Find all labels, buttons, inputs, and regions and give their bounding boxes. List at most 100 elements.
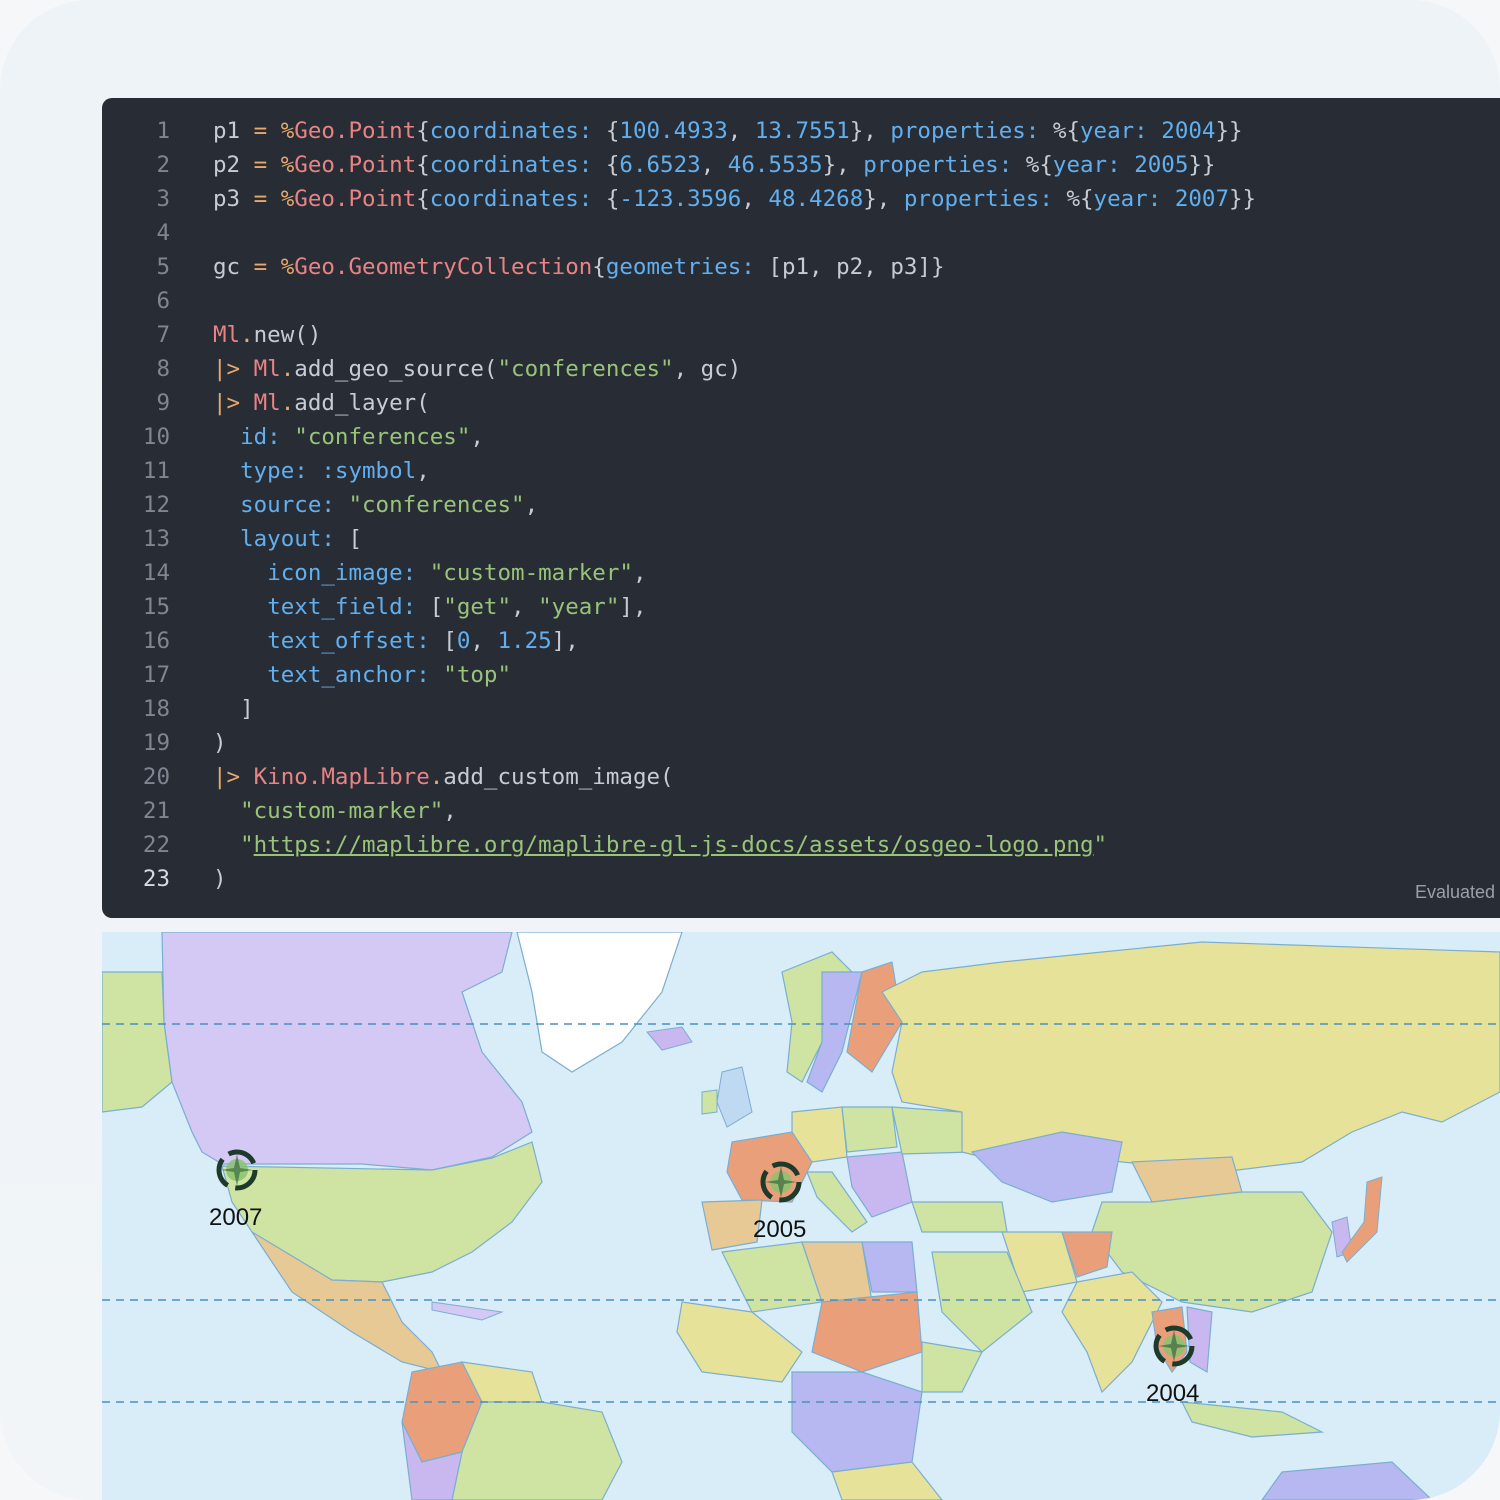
code-token: add_geo_source( (294, 356, 498, 382)
code-line[interactable]: 20 |> Kino.MapLibre.add_custom_image( (102, 760, 1500, 794)
code-token: gc (213, 254, 254, 280)
code-token: layout: (240, 526, 335, 552)
line-number: 6 (156, 288, 170, 314)
code-token: "conferences" (294, 424, 471, 450)
code-text[interactable]: "https://maplibre.org/maplibre-gl-js-doc… (213, 828, 1107, 862)
code-token: = (253, 186, 268, 212)
code-token: , (470, 424, 484, 450)
code-lines[interactable]: 1 p1 = %Geo.Point{coordinates: {100.4933,… (102, 114, 1500, 896)
code-token: Ml (213, 322, 241, 348)
code-token: 2004 (1161, 118, 1216, 144)
code-token: 100.4933 (619, 118, 728, 144)
code-line[interactable]: 21 "custom-marker", (102, 794, 1500, 828)
code-token: 2007 (1174, 186, 1230, 212)
code-text[interactable]: p1 = %Geo.Point{coordinates: {100.4933, … (213, 114, 1243, 148)
osgeo-marker-icon[interactable] (209, 1142, 265, 1198)
code-line[interactable]: 19) (102, 726, 1500, 760)
code-token: coordinates: (429, 186, 593, 212)
code-line[interactable]: 1 p1 = %Geo.Point{coordinates: {100.4933,… (102, 114, 1500, 148)
code-text[interactable]: text_offset: [0, 1.25], (213, 624, 579, 658)
code-line[interactable]: 12 source: "conferences", (102, 488, 1500, 522)
code-text[interactable]: text_anchor: "top" (213, 658, 511, 692)
code-line[interactable]: 5 gc = %Geo.GeometryCollection{geometries… (102, 250, 1500, 284)
code-text[interactable]: layout: [ (213, 522, 362, 556)
map-view[interactable]: 2007 2005 2004 (102, 932, 1500, 1500)
code-token: year: (1080, 118, 1148, 144)
code-link[interactable]: https://maplibre.org/maplibre-gl-js-docs… (254, 832, 1094, 858)
code-token: "custom-marker" (429, 560, 633, 586)
code-token: ) (213, 866, 227, 892)
osgeo-marker-icon[interactable] (1146, 1318, 1202, 1374)
line-number: 23 (142, 866, 170, 892)
osgeo-marker-icon[interactable] (753, 1154, 809, 1210)
code-token: source: (240, 492, 335, 518)
code-editor[interactable]: 1 p1 = %Geo.Point{coordinates: {100.4933,… (102, 98, 1500, 918)
code-token: -123.3596 (619, 186, 742, 212)
code-text[interactable]: text_field: ["get", "year"], (213, 590, 646, 624)
code-text[interactable]: p3 = %Geo.Point{coordinates: {-123.3596,… (213, 182, 1256, 216)
code-text[interactable]: |> Ml.add_layer( (213, 386, 430, 420)
code-line[interactable]: 8 |> Ml.add_geo_source("conferences", gc) (102, 352, 1500, 386)
code-token: , (416, 458, 430, 484)
code-token: " (240, 832, 254, 858)
code-text[interactable]: "custom-marker", (213, 794, 457, 828)
code-token: [ (416, 594, 444, 620)
code-token: " (1093, 832, 1108, 858)
code-text[interactable]: |> Ml.add_geo_source("conferences", gc) (213, 352, 741, 386)
code-text[interactable]: p2 = %Geo.Point{coordinates: {6.6523, 46… (213, 148, 1215, 182)
code-line[interactable]: 14 icon_image: "custom-marker", (102, 556, 1500, 590)
code-token: properties: (863, 152, 1013, 178)
code-line[interactable]: 9 |> Ml.add_layer( (102, 386, 1500, 420)
code-text[interactable]: ] (213, 692, 254, 726)
code-token: % (280, 152, 295, 178)
line-number: 11 (142, 458, 170, 484)
line-number: 17 (142, 662, 170, 688)
code-line[interactable]: 11 type: :symbol, (102, 454, 1500, 488)
code-token: ] (213, 696, 254, 722)
code-line[interactable]: 13 layout: [ (102, 522, 1500, 556)
brazil-region (451, 1401, 623, 1500)
code-token: year: (1052, 152, 1121, 178)
code-line[interactable]: 16 text_offset: [0, 1.25], (102, 624, 1500, 658)
code-text[interactable]: type: :symbol, (213, 454, 430, 488)
code-token: icon_image: (267, 560, 417, 586)
code-token: properties: (903, 186, 1053, 212)
code-token: p1 (213, 118, 254, 144)
code-line[interactable]: 22 "https://maplibre.org/maplibre-gl-js-… (102, 828, 1500, 862)
code-line[interactable]: 10 id: "conferences", (102, 420, 1500, 454)
code-line[interactable]: 4 (102, 216, 1500, 250)
code-token: , (470, 628, 498, 654)
code-line[interactable]: 15 text_field: ["get", "year"], (102, 590, 1500, 624)
code-text[interactable]: Ml.new() (213, 318, 321, 352)
code-line[interactable]: 6 (102, 284, 1500, 318)
code-line[interactable]: 7 Ml.new() (102, 318, 1500, 352)
code-text[interactable]: ) (213, 726, 227, 760)
code-token: , (524, 492, 539, 518)
line-number: 2 (156, 152, 170, 178)
code-text[interactable]: gc = %Geo.GeometryCollection{geometries:… (213, 250, 945, 284)
code-text[interactable]: id: "conferences", (213, 420, 484, 454)
code-line[interactable]: 18 ] (102, 692, 1500, 726)
code-text[interactable]: |> Kino.MapLibre.add_custom_image( (213, 760, 674, 794)
code-token: text_field: (267, 594, 417, 620)
code-line[interactable]: 17 text_anchor: "top" (102, 658, 1500, 692)
code-line[interactable]: 2 p2 = %Geo.Point{coordinates: {6.6523, 4… (102, 148, 1500, 182)
code-token: % (280, 254, 295, 280)
code-text[interactable]: source: "conferences", (213, 488, 538, 522)
code-line[interactable]: 23) (102, 862, 1500, 896)
code-token: . (240, 322, 254, 348)
code-line[interactable]: 3 p3 = %Geo.Point{coordinates: {-123.3596… (102, 182, 1500, 216)
code-text[interactable]: icon_image: "custom-marker", (213, 556, 646, 590)
code-text[interactable]: ) (213, 862, 227, 896)
code-token: "conferences" (348, 492, 525, 518)
